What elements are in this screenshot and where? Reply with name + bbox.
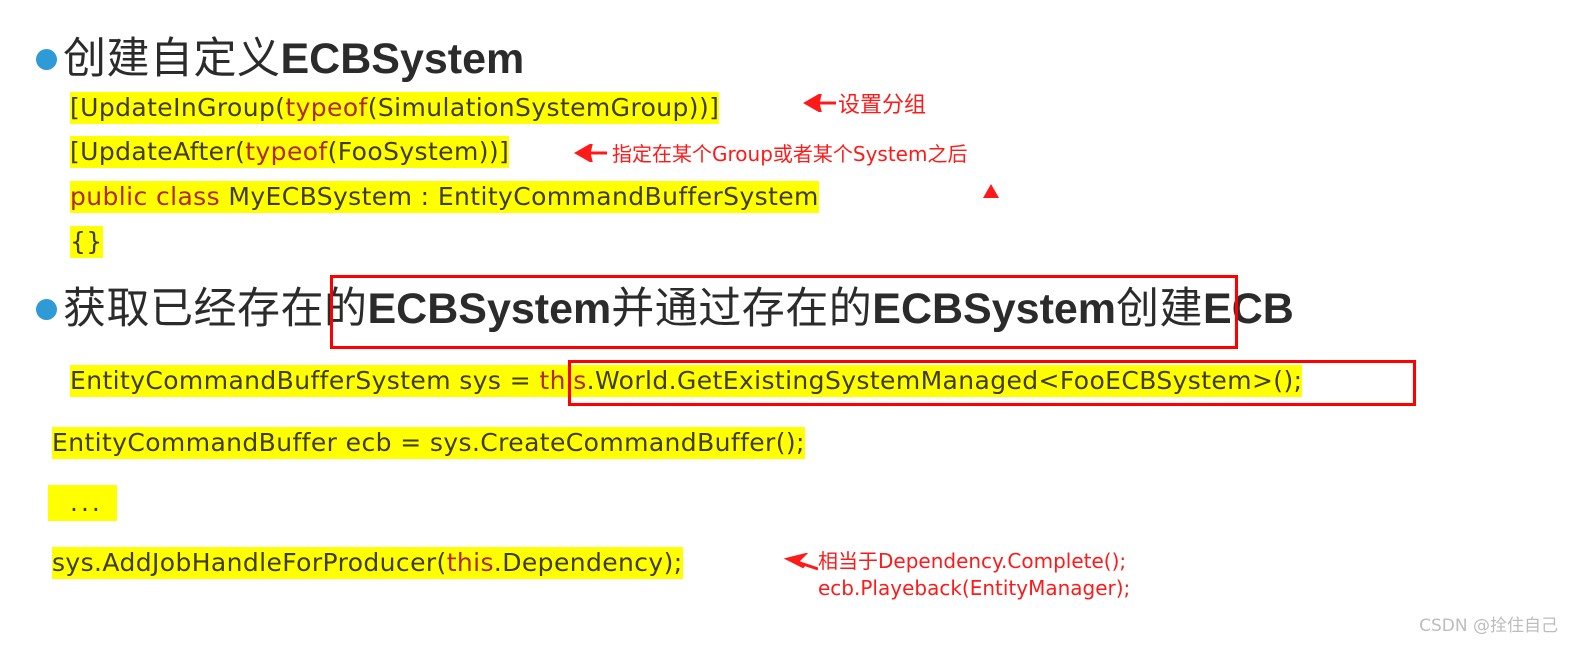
- code-highlight: public class MyECBSystem : EntityCommand…: [70, 181, 819, 213]
- bullet-heading-text: 获取已经存在的ECBSystem并通过存在的ECBSystem创建ECB: [63, 285, 1294, 333]
- code-keyword-typeof: typeof: [285, 93, 368, 122]
- code-addjob-post: .Dependency);: [493, 548, 683, 577]
- code-highlight: ...: [48, 485, 117, 521]
- bullet-dot-icon: [36, 299, 57, 320]
- heading-1-cn: 创建自定义: [63, 36, 281, 83]
- code-line-class-declaration: public class MyECBSystem : EntityCommand…: [70, 181, 819, 213]
- code-keyword-public-class: public class: [70, 182, 221, 211]
- bullet-dot-icon: [36, 49, 57, 70]
- annotation-equivalent-line1: 相当于Dependency.Complete();: [818, 549, 1127, 573]
- heading-2-part3: 创建: [1116, 286, 1204, 333]
- heading-2-latin2: ECBSystem: [872, 285, 1117, 333]
- arrow-left-icon-specify-after: [573, 144, 607, 162]
- annotation-equivalent-line2: ecb.Playeback(EntityManager);: [818, 576, 1131, 600]
- caret-up-marker-icon: [983, 184, 999, 198]
- heading-2-latin3: ECB: [1203, 285, 1294, 333]
- bullet-heading-create-custom-ecbsystem: 创建自定义ECBSystem: [36, 38, 524, 81]
- heading-2-latin1: ECBSystem: [367, 285, 612, 333]
- code-line-updateingroup: [UpdateInGroup(typeof(SimulationSystemGr…: [70, 92, 720, 124]
- arrow-left-icon-equivalent: [783, 553, 818, 571]
- code-updateafter-post: (FooSystem))]: [327, 137, 510, 166]
- code-keyword-this: this: [446, 548, 494, 577]
- code-updateingroup-pre: [UpdateInGroup(: [70, 93, 286, 122]
- slide-canvas: 创建自定义ECBSystem [UpdateInGroup(typeof(Sim…: [0, 0, 1574, 646]
- arrow-left-icon-set-group: [802, 94, 836, 112]
- code-getexisting-pre: EntityCommandBufferSystem sys =: [70, 366, 540, 395]
- code-updateafter-pre: [UpdateAfter(: [70, 137, 246, 166]
- code-keyword-typeof: typeof: [245, 137, 328, 166]
- code-addjob-pre: sys.AddJobHandleForProducer(: [52, 548, 447, 577]
- code-line-ellipsis: ...: [48, 485, 117, 521]
- code-line-add-job-handle: sys.AddJobHandleForProducer(this.Depende…: [52, 547, 683, 579]
- code-highlight: [UpdateAfter(typeof(FooSystem))]: [70, 136, 510, 168]
- code-line-get-existing-system: EntityCommandBufferSystem sys = this.Wor…: [70, 365, 1303, 397]
- code-getexisting-post: .World.GetExistingSystemManaged<FooECBSy…: [586, 366, 1303, 395]
- heading-2-part2: 并通过存在的: [611, 286, 873, 333]
- annotation-specify-after: 指定在某个Group或者某个System之后: [612, 142, 968, 166]
- code-keyword-this: this: [539, 366, 587, 395]
- heading-1-latin: ECBSystem: [280, 35, 525, 83]
- code-highlight: [UpdateInGroup(typeof(SimulationSystemGr…: [70, 92, 720, 124]
- code-updateingroup-post: (SimulationSystemGroup))]: [367, 93, 720, 122]
- code-line-create-command-buffer: EntityCommandBuffer ecb = sys.CreateComm…: [52, 427, 805, 459]
- code-highlight: {}: [70, 226, 103, 258]
- annotation-equivalent: 相当于Dependency.Complete(); ecb.Playeback(…: [818, 548, 1130, 602]
- code-highlight: sys.AddJobHandleForProducer(this.Depende…: [52, 547, 683, 579]
- code-highlight: EntityCommandBufferSystem sys = this.Wor…: [70, 365, 1303, 397]
- heading-2-part1: 获取已经存在的: [63, 286, 368, 333]
- bullet-heading-get-existing-ecbsystem: 获取已经存在的ECBSystem并通过存在的ECBSystem创建ECB: [36, 288, 1294, 331]
- code-line-braces: {}: [70, 226, 103, 258]
- code-highlight: EntityCommandBuffer ecb = sys.CreateComm…: [52, 427, 805, 459]
- code-class-post: MyECBSystem : EntityCommandBufferSystem: [220, 182, 819, 211]
- code-line-updateafter: [UpdateAfter(typeof(FooSystem))]: [70, 136, 510, 168]
- annotation-set-group: 设置分组: [838, 93, 927, 118]
- csdn-watermark: CSDN @拴住自己: [1419, 616, 1558, 636]
- bullet-heading-text: 创建自定义ECBSystem: [63, 35, 525, 83]
